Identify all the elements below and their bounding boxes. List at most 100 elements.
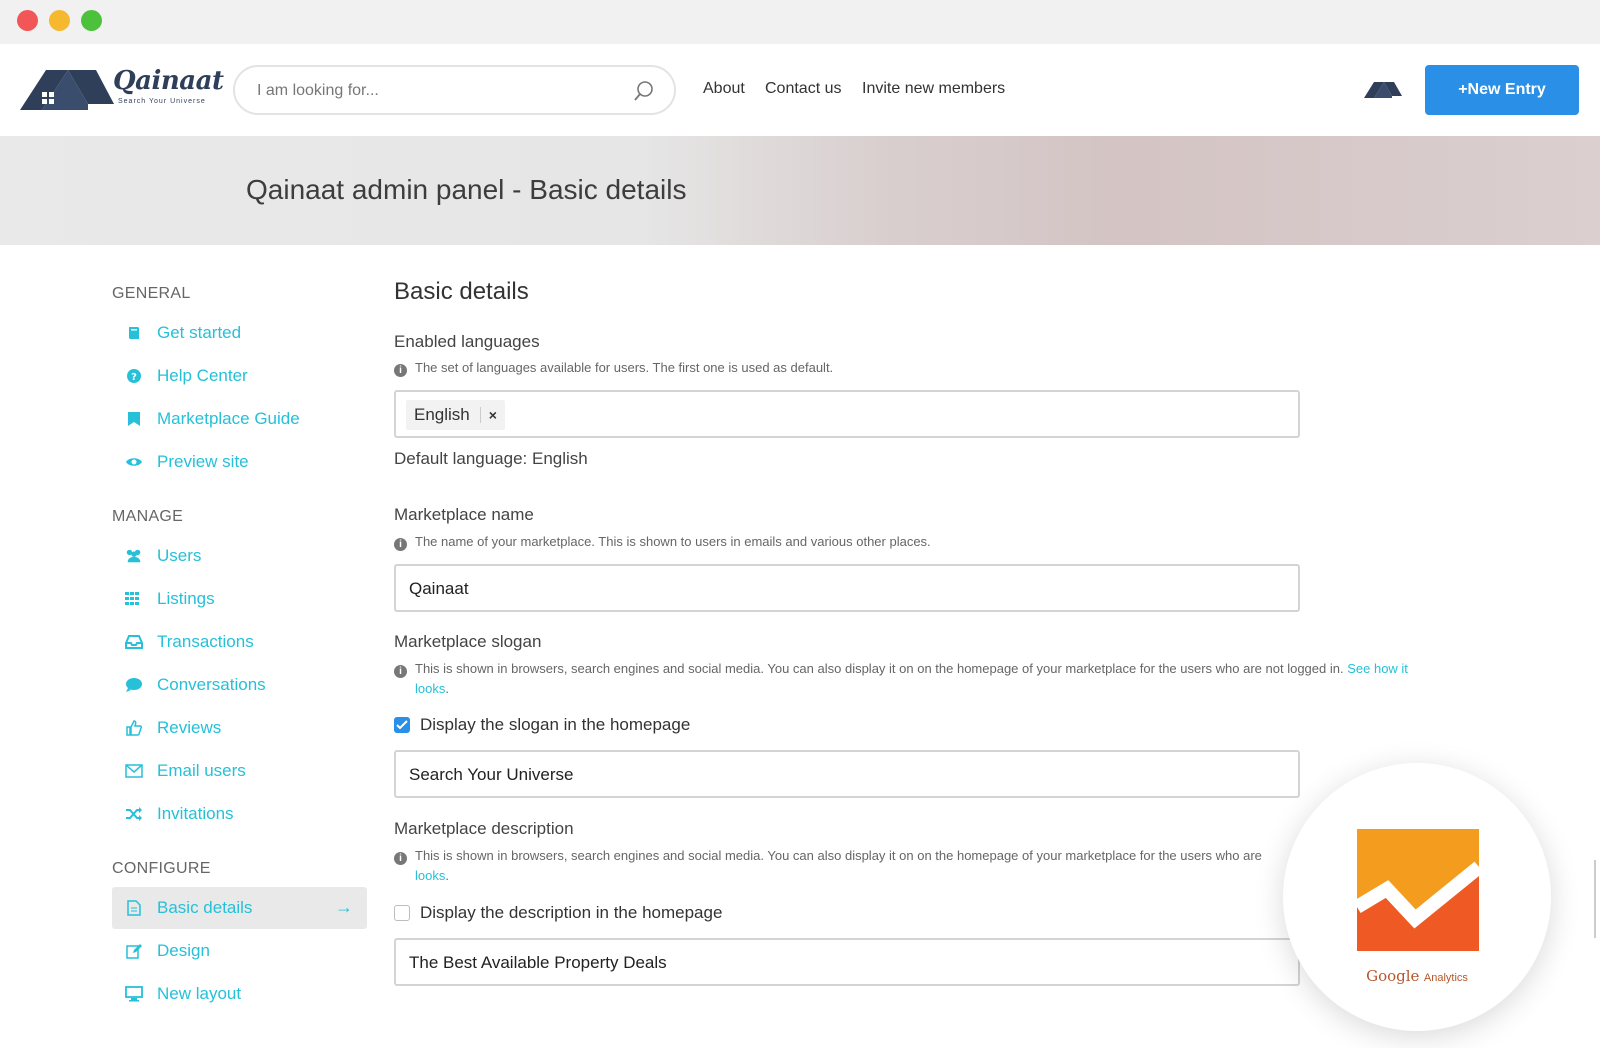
marketplace-description-input[interactable] (409, 951, 1269, 975)
sidebar-item-listings[interactable]: Listings (112, 578, 367, 620)
looks-link[interactable]: looks (394, 681, 445, 696)
marketplace-name-field (394, 564, 1300, 612)
sidebar-item-users[interactable]: Users (112, 535, 367, 577)
marketplace-name-help: i The name of your marketplace. This is s… (394, 532, 931, 552)
maximize-window-button[interactable] (81, 10, 102, 31)
page-title: Qainaat admin panel - Basic details (246, 174, 687, 205)
looks-link[interactable]: looks (394, 868, 445, 883)
marketplace-description-help: i This is shown in browsers, search engin… (394, 846, 1294, 886)
sidebar-item-help-center[interactable]: ? Help Center (112, 355, 367, 397)
ga-google-text: Google (1366, 967, 1420, 985)
enabled-languages-label: Enabled languages (394, 332, 540, 351)
search-box (233, 65, 676, 115)
sidebar-item-label: Basic details (157, 898, 253, 917)
sidebar-item-get-started[interactable]: Get started (112, 312, 367, 354)
house-profile-icon[interactable] (1362, 80, 1404, 100)
sidebar-section-configure: CONFIGURE (112, 860, 211, 877)
slogan-checkbox[interactable] (394, 717, 410, 733)
window-titlebar (0, 0, 1600, 44)
marketplace-slogan-label: Marketplace slogan (394, 632, 542, 651)
sidebar-item-label: Invitations (157, 804, 234, 823)
house-logo-icon (20, 70, 114, 110)
language-tag-label: English (414, 405, 470, 424)
description-checkbox[interactable] (394, 905, 410, 921)
nav-about-link[interactable]: About (703, 80, 745, 98)
minimize-window-button[interactable] (49, 10, 70, 31)
site-logo[interactable]: Qainaat Search Your Universe (18, 64, 224, 116)
nav-invite-link[interactable]: Invite new members (862, 80, 1005, 98)
sidebar-item-marketplace-guide[interactable]: Marketplace Guide (112, 398, 367, 440)
search-icon[interactable] (632, 79, 656, 103)
inbox-icon (125, 633, 143, 651)
monitor-icon (125, 985, 143, 1003)
chat-bubble-icon (125, 676, 143, 694)
search-input[interactable] (257, 79, 617, 103)
description-checkbox-row[interactable]: Display the description in the homepage (394, 903, 722, 923)
marketplace-slogan-field (394, 750, 1300, 798)
new-entry-button[interactable]: +New Entry (1425, 65, 1579, 115)
sidebar-item-label: Conversations (157, 675, 266, 694)
marketplace-name-label: Marketplace name (394, 505, 534, 524)
envelope-icon (125, 762, 143, 780)
sidebar-item-email-users[interactable]: Email users (112, 750, 367, 792)
marketplace-slogan-input[interactable] (409, 763, 1269, 787)
info-icon: i (394, 852, 407, 865)
sidebar-item-basic-details[interactable]: Basic details → (112, 887, 367, 929)
language-tag: English × (406, 400, 505, 430)
scrollbar-edge (1594, 860, 1600, 938)
ga-analytics-text: Analytics (1423, 972, 1468, 984)
edit-icon (125, 942, 143, 960)
remove-language-button[interactable]: × (479, 407, 497, 423)
google-analytics-caption: Google Analytics (1283, 967, 1551, 986)
default-language-text: Default language: English (394, 449, 588, 468)
sidebar-item-label: Help Center (157, 366, 248, 385)
sidebar-item-new-layout[interactable]: New layout (112, 973, 367, 1015)
sidebar-item-label: Get started (157, 323, 242, 342)
slogan-checkbox-label: Display the slogan in the homepage (420, 715, 691, 734)
sidebar-item-reviews[interactable]: Reviews (112, 707, 367, 749)
grid-icon (125, 590, 143, 608)
top-header: Qainaat Search Your Universe About Conta… (0, 44, 1600, 136)
sidebar-item-conversations[interactable]: Conversations (112, 664, 367, 706)
slogan-checkbox-row[interactable]: Display the slogan in the homepage (394, 715, 690, 735)
marketplace-description-label: Marketplace description (394, 819, 574, 838)
sidebar-item-transactions[interactable]: Transactions (112, 621, 367, 663)
description-checkbox-label: Display the description in the homepage (420, 903, 723, 922)
marketplace-slogan-help: i This is shown in browsers, search engin… (394, 659, 1454, 699)
see-how-link[interactable]: See how it (1347, 661, 1408, 676)
sidebar-item-invitations[interactable]: Invitations (112, 793, 367, 835)
thumbs-up-icon (125, 719, 143, 737)
enabled-languages-help: i The set of languages available for user… (394, 358, 833, 378)
marketplace-name-input[interactable] (409, 577, 1269, 601)
sidebar-section-manage: MANAGE (112, 508, 184, 525)
book-icon (125, 324, 143, 342)
sidebar-item-label: Users (157, 546, 202, 565)
svg-text:?: ? (131, 372, 137, 383)
users-icon (125, 547, 143, 565)
question-circle-icon: ? (125, 367, 143, 385)
document-icon (125, 899, 143, 917)
nav-contact-link[interactable]: Contact us (765, 80, 841, 98)
page-banner: Qainaat admin panel - Basic details (0, 136, 1600, 245)
sidebar-item-label: Email users (157, 761, 246, 780)
eye-icon (125, 453, 143, 471)
info-icon: i (394, 665, 407, 678)
logo-tagline: Search Your Universe (118, 98, 206, 105)
sidebar-item-label: Reviews (157, 718, 222, 737)
marketplace-description-field (394, 938, 1300, 986)
bookmark-icon (125, 410, 143, 428)
info-icon: i (394, 364, 407, 377)
close-window-button[interactable] (17, 10, 38, 31)
sidebar-item-label: Preview site (157, 452, 249, 471)
languages-multiselect[interactable]: English × (394, 390, 1300, 438)
sidebar-section-general: GENERAL (112, 285, 191, 302)
sidebar-item-label: Marketplace Guide (157, 409, 300, 428)
shuffle-icon (125, 805, 143, 823)
google-analytics-logo-icon (1357, 829, 1479, 951)
logo-wordmark: Qainaat (113, 66, 224, 96)
sidebar-item-design[interactable]: Design (112, 930, 367, 972)
google-analytics-badge: Google Analytics (1283, 763, 1551, 1031)
info-icon: i (394, 538, 407, 551)
sidebar-item-preview-site[interactable]: Preview site (112, 441, 367, 483)
sidebar-item-label: Transactions (157, 632, 254, 651)
